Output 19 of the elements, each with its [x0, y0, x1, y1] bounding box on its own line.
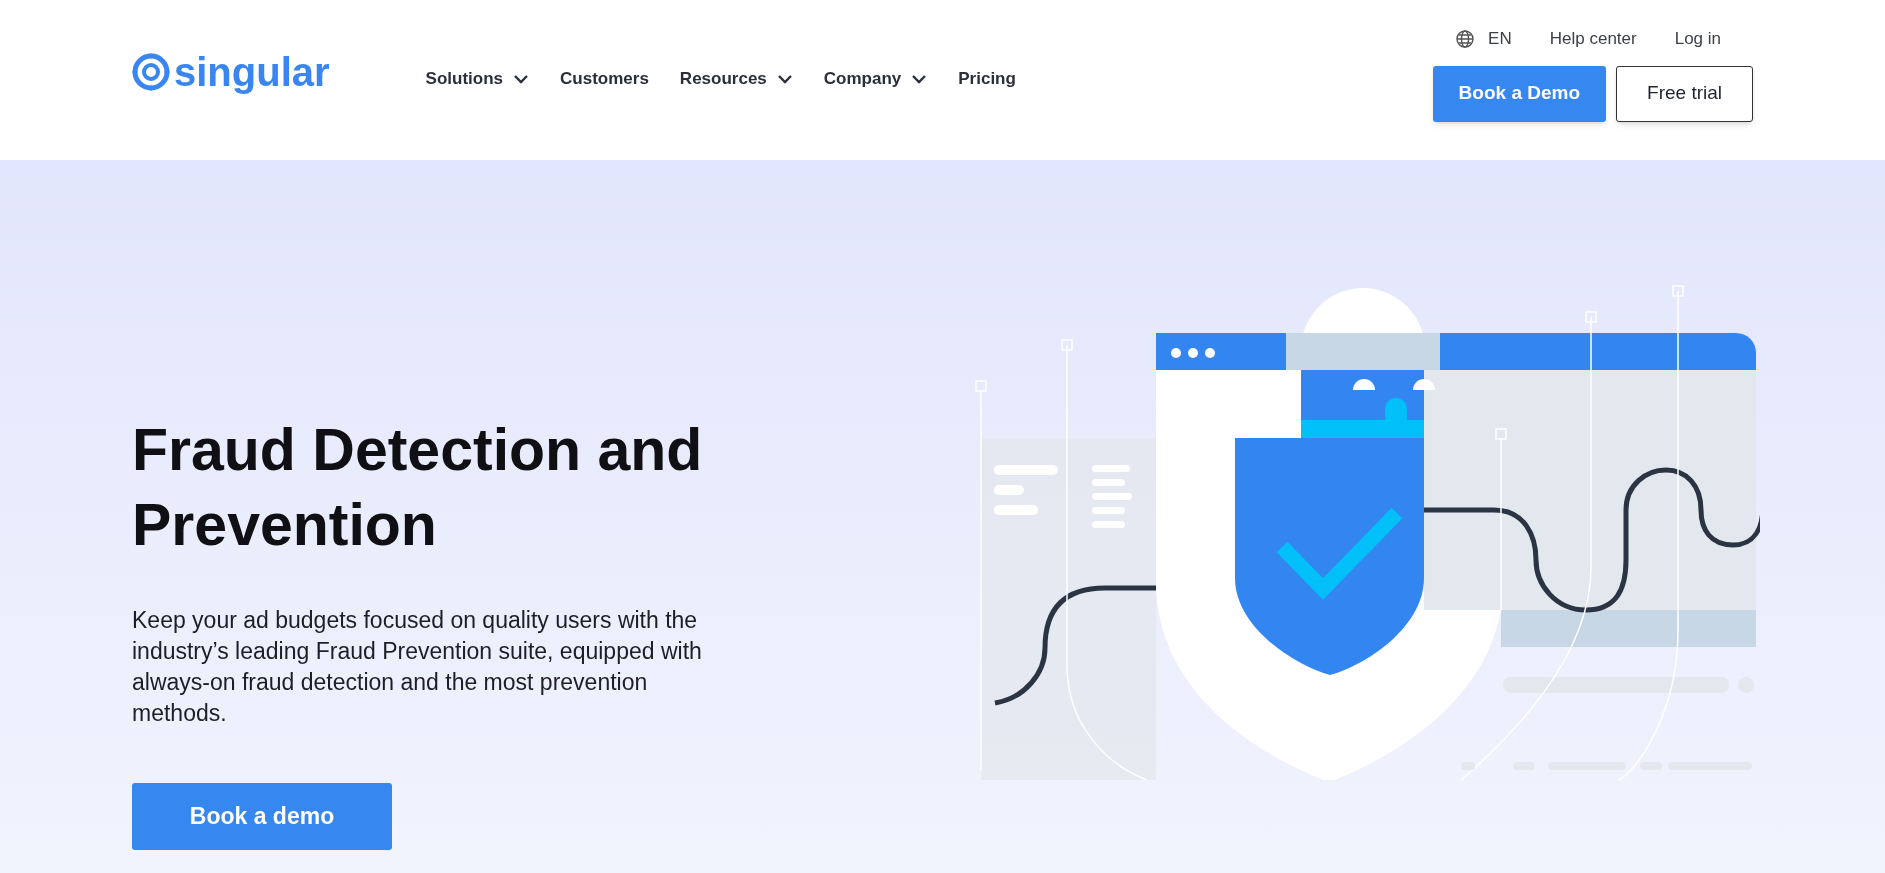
- chevron-down-icon: [776, 73, 793, 84]
- globe-icon: [1456, 29, 1475, 48]
- login-link[interactable]: Log in: [1674, 26, 1721, 52]
- book-demo-button[interactable]: Book a demo: [132, 783, 392, 850]
- language-selector[interactable]: EN: [1456, 26, 1512, 52]
- hero-heading: Fraud Detection and Prevention: [132, 416, 704, 560]
- nav-dropdown[interactable]: Resources: [679, 66, 793, 92]
- nav-link[interactable]: Customers: [560, 66, 649, 92]
- logo-icon: [132, 53, 170, 91]
- book-demo-button[interactable]: Book a Demo: [1432, 65, 1607, 122]
- free-trial-button[interactable]: Free trial: [1616, 65, 1753, 122]
- singular-logo[interactable]: singular: [132, 52, 330, 92]
- help-center-link[interactable]: Help center: [1549, 26, 1637, 52]
- nav-dropdown[interactable]: Company: [823, 66, 928, 92]
- nav-dropdown[interactable]: Solutions: [425, 66, 530, 92]
- chevron-down-icon: [513, 73, 530, 84]
- nav-link[interactable]: Pricing: [958, 66, 1016, 92]
- chevron-down-icon: [911, 73, 928, 84]
- hero-description: Keep your ad budgets focused on quality users with the industry’s leading Fraud Prevention suite, equipped with always-on fraud detection and the most prevention methods.: [132, 606, 703, 728]
